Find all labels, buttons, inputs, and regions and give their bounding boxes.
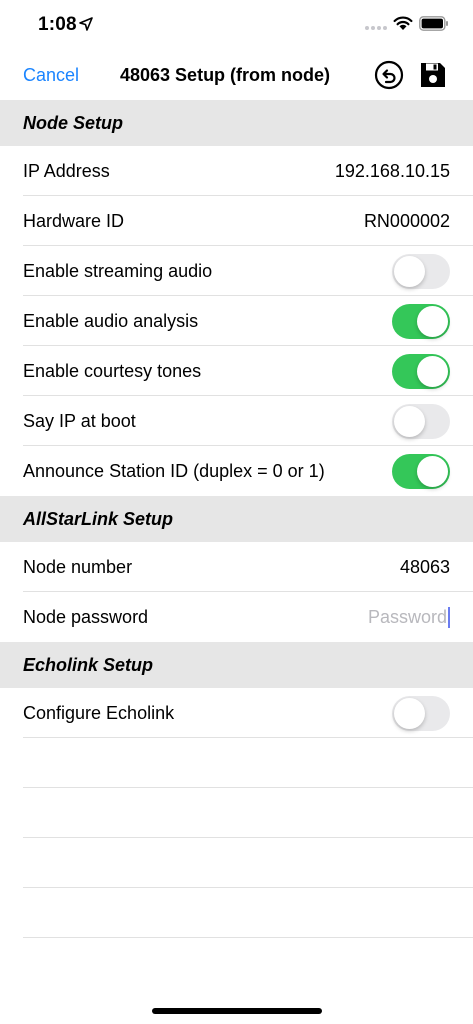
empty-row bbox=[0, 838, 473, 888]
toggle-knob bbox=[394, 697, 425, 729]
signal-icon bbox=[365, 26, 387, 30]
ip-address-row: IP Address 192.168.10.15 bbox=[0, 146, 473, 196]
node-number-value[interactable]: 48063 bbox=[400, 557, 450, 578]
wifi-icon bbox=[393, 16, 413, 30]
save-icon[interactable] bbox=[418, 60, 448, 90]
undo-icon[interactable] bbox=[374, 60, 404, 90]
toggle-knob bbox=[417, 355, 448, 387]
nav-bar: Cancel 48063 Setup (from node) bbox=[0, 50, 473, 100]
hardware-id-label: Hardware ID bbox=[23, 210, 125, 231]
audio-analysis-row: Enable audio analysis bbox=[0, 296, 473, 346]
section-header-echolink-setup: Echolink Setup bbox=[0, 642, 473, 688]
ip-address-label: IP Address bbox=[23, 160, 110, 181]
node-number-row: Node number 48063 bbox=[0, 542, 473, 592]
node-password-label: Node password bbox=[23, 606, 149, 627]
empty-row bbox=[0, 888, 473, 938]
announce-station-id-label: Announce Station ID (duplex = 0 or 1) bbox=[23, 460, 325, 481]
node-number-label: Node number bbox=[23, 556, 133, 577]
section-header-node-setup: Node Setup bbox=[0, 100, 473, 146]
audio-analysis-label: Enable audio analysis bbox=[23, 310, 199, 331]
toggle-knob bbox=[394, 405, 425, 437]
toggle-knob bbox=[417, 305, 448, 337]
configure-echolink-toggle[interactable] bbox=[392, 695, 450, 731]
streaming-audio-toggle[interactable] bbox=[392, 253, 450, 289]
audio-analysis-toggle[interactable] bbox=[392, 303, 450, 339]
section-header-allstarlink-setup: AllStarLink Setup bbox=[0, 496, 473, 542]
courtesy-tones-row: Enable courtesy tones bbox=[0, 346, 473, 396]
hardware-id-row: Hardware ID RN000002 bbox=[0, 196, 473, 246]
toggle-knob bbox=[417, 455, 448, 487]
say-ip-label: Say IP at boot bbox=[23, 410, 136, 431]
empty-row bbox=[0, 738, 473, 788]
cancel-button[interactable]: Cancel bbox=[23, 65, 79, 86]
page-title: 48063 Setup (from node) bbox=[120, 65, 331, 85]
node-password-row: Node password bbox=[0, 592, 473, 642]
courtesy-tones-label: Enable courtesy tones bbox=[23, 360, 202, 381]
courtesy-tones-toggle[interactable] bbox=[392, 353, 450, 389]
streaming-audio-label: Enable streaming audio bbox=[23, 260, 213, 281]
announce-station-id-toggle[interactable] bbox=[392, 453, 450, 489]
configure-echolink-label: Configure Echolink bbox=[23, 702, 175, 723]
hardware-id-value: RN000002 bbox=[363, 210, 450, 231]
toggle-knob bbox=[394, 255, 425, 287]
home-indicator bbox=[152, 1008, 322, 1014]
say-ip-row: Say IP at boot bbox=[0, 396, 473, 446]
configure-echolink-row: Configure Echolink bbox=[0, 688, 473, 738]
empty-row bbox=[0, 788, 473, 838]
battery-icon bbox=[419, 16, 448, 31]
say-ip-toggle[interactable] bbox=[392, 403, 450, 439]
status-bar: 1:08 bbox=[0, 0, 473, 50]
status-time: 1:08 bbox=[38, 14, 77, 35]
streaming-audio-row: Enable streaming audio bbox=[0, 246, 473, 296]
announce-station-id-row: Announce Station ID (duplex = 0 or 1) bbox=[0, 446, 473, 496]
ip-address-value: 192.168.10.15 bbox=[334, 160, 450, 181]
location-arrow-icon bbox=[79, 17, 93, 31]
node-password-input[interactable] bbox=[340, 606, 450, 628]
settings-table: Node Setup IP Address 192.168.10.15 Hard… bbox=[0, 100, 473, 938]
